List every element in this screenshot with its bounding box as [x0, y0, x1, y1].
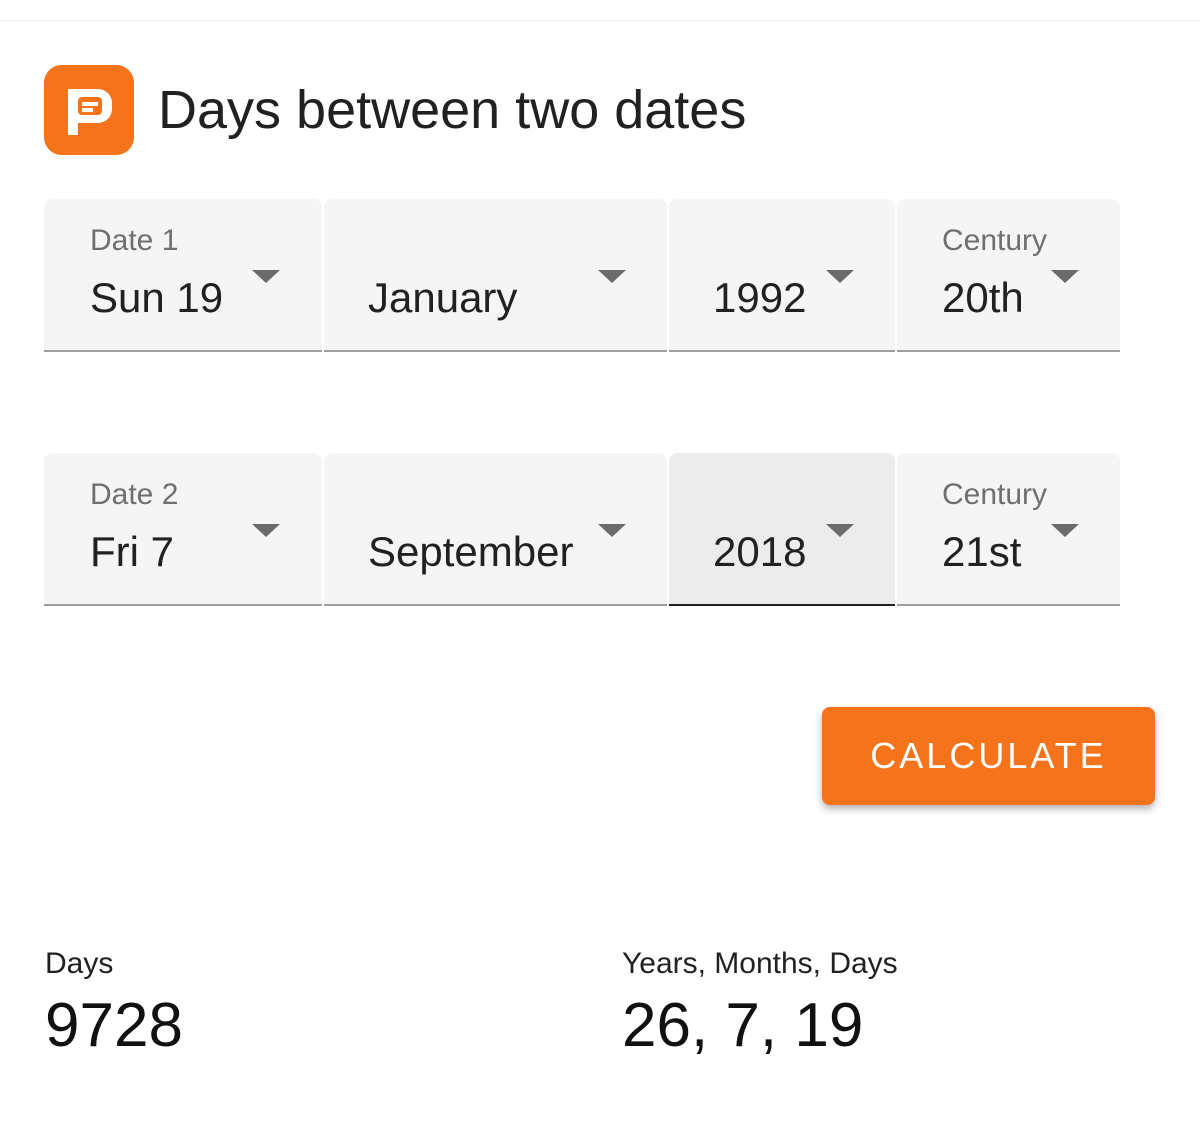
top-divider — [0, 0, 1200, 21]
date-2-row: Date 2 Fri 7 September 2018 Century 21st — [44, 453, 1120, 608]
date-2-month-select[interactable]: September — [324, 453, 667, 606]
date-1-day-select[interactable]: Date 1 Sun 19 — [44, 199, 322, 352]
date-1-year-value: 1992 — [713, 274, 807, 321]
date-1-month-select[interactable]: January — [324, 199, 667, 352]
dropdown-arrow-icon — [252, 270, 280, 283]
date-1-century-label: Century — [942, 224, 1048, 257]
date-1-label: Date 1 — [90, 224, 179, 257]
app-logo-icon — [44, 65, 134, 155]
date-1-century-select[interactable]: Century 20th — [897, 199, 1120, 352]
date-1-year-select[interactable]: 1992 — [669, 199, 895, 352]
date-2-year-select[interactable]: 2018 — [669, 453, 895, 606]
dropdown-arrow-icon — [826, 524, 854, 537]
page-title: Days between two dates — [158, 80, 747, 140]
dropdown-arrow-icon — [1051, 270, 1079, 283]
date-2-label: Date 2 — [90, 478, 179, 511]
dropdown-arrow-icon — [826, 270, 854, 283]
ymd-result-value: 26, 7, 19 — [622, 991, 864, 1060]
dropdown-arrow-icon — [598, 270, 626, 283]
days-result-label: Days — [45, 947, 114, 980]
date-1-month-value: January — [368, 274, 518, 321]
date-2-day-value: Fri 7 — [90, 528, 174, 575]
date-2-year-value: 2018 — [713, 528, 807, 575]
app-logo-glyph — [44, 65, 134, 155]
date-2-month-value: September — [368, 528, 574, 575]
calculate-button[interactable]: CALCULATE — [822, 707, 1155, 805]
date-1-day-value: Sun 19 — [90, 274, 224, 321]
date-2-century-value: 21st — [942, 528, 1022, 575]
ymd-result-label: Years, Months, Days — [622, 947, 898, 980]
date-2-day-select[interactable]: Date 2 Fri 7 — [44, 453, 322, 606]
date-1-row: Date 1 Sun 19 January 1992 Century 20th — [44, 199, 1120, 354]
dropdown-arrow-icon — [598, 524, 626, 537]
date-2-century-select[interactable]: Century 21st — [897, 453, 1120, 606]
date-1-century-value: 20th — [942, 274, 1024, 321]
days-result-value: 9728 — [45, 991, 183, 1060]
dropdown-arrow-icon — [1051, 524, 1079, 537]
date-2-century-label: Century — [942, 478, 1048, 511]
dropdown-arrow-icon — [252, 524, 280, 537]
